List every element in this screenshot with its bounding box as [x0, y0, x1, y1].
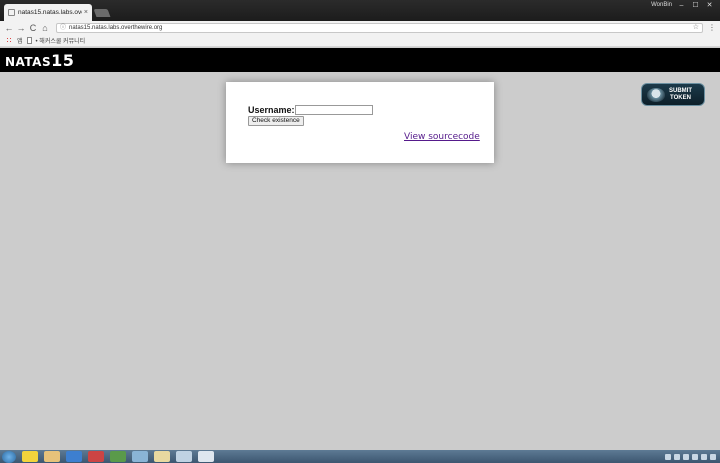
content-box: Username: Check existence View sourcecod… [226, 82, 494, 163]
check-existence-button[interactable]: Check existence [248, 116, 304, 126]
taskbar-app-icon[interactable] [22, 451, 38, 462]
submit-token-badge[interactable]: SUBMIT TOKEN [641, 83, 705, 106]
token-line1: SUBMIT [669, 87, 692, 94]
tab-title: natas15.natas.labs.overt [18, 9, 82, 16]
tray-icon[interactable] [683, 453, 689, 460]
close-window-button[interactable]: ✕ [703, 1, 716, 10]
page-header: NATAS15 [0, 48, 720, 72]
apps-label[interactable]: 앱 [17, 36, 23, 45]
wechall-logo-icon [647, 87, 665, 102]
address-bar[interactable]: ⓘ natas15.natas.labs.overthewire.org ☆ [56, 23, 703, 33]
browser-titlebar: natas15.natas.labs.overt × WonBin – ☐ ✕ [0, 0, 720, 21]
title-prefix: NATAS [5, 55, 52, 69]
token-line2: TOKEN [670, 94, 691, 101]
tray-icon[interactable] [701, 453, 707, 460]
reload-icon[interactable]: C [27, 21, 39, 35]
tray-icon[interactable] [665, 453, 671, 460]
start-button-icon[interactable] [2, 450, 16, 463]
username-input[interactable] [295, 105, 373, 115]
taskbar-app-icon[interactable] [110, 451, 126, 462]
maximize-button[interactable]: ☐ [689, 1, 702, 10]
tab-close-icon[interactable]: × [84, 9, 88, 16]
favicon-icon [8, 9, 15, 16]
taskbar-app-icon[interactable] [66, 451, 82, 462]
taskbar-app-icon[interactable] [154, 451, 170, 462]
minimize-button[interactable]: – [675, 1, 688, 10]
tray-icon[interactable] [710, 453, 716, 460]
tray-icon[interactable] [692, 453, 698, 460]
browser-tab[interactable]: natas15.natas.labs.overt × [4, 4, 92, 21]
view-sourcecode-link[interactable]: View sourcecode [404, 132, 480, 142]
taskbar-app-icon[interactable] [88, 451, 104, 462]
taskbar-app-icon[interactable] [176, 451, 192, 462]
info-icon[interactable]: ⓘ [60, 24, 66, 32]
url-text: natas15.natas.labs.overthewire.org [69, 25, 163, 31]
bookmarks-bar: 앱 • 해커스쿨 커뮤니티 [0, 35, 720, 47]
taskbar-app-icon[interactable] [132, 451, 148, 462]
menu-icon[interactable]: ⋮ [708, 23, 716, 33]
system-tray [620, 450, 720, 463]
document-icon [26, 37, 32, 44]
new-tab-button[interactable] [93, 9, 111, 17]
back-icon[interactable]: ← [3, 21, 15, 35]
apps-icon[interactable] [6, 37, 13, 44]
star-icon[interactable]: ☆ [693, 24, 699, 32]
taskbar-app-icon[interactable] [198, 451, 214, 462]
home-icon[interactable]: ⌂ [39, 21, 51, 35]
title-number: 15 [51, 51, 75, 70]
username-label: Username: [248, 105, 295, 115]
browser-toolbar: ← → C ⌂ ⓘ natas15.natas.labs.overthewire… [0, 21, 720, 35]
forward-icon[interactable]: → [15, 21, 27, 35]
taskbar [0, 450, 720, 463]
bookmark-item[interactable]: • 해커스쿨 커뮤니티 [36, 36, 86, 45]
page-title: NATAS15 [5, 51, 74, 70]
tray-icon[interactable] [674, 453, 680, 460]
profile-name[interactable]: WonBin [651, 2, 672, 8]
taskbar-folder-icon[interactable] [44, 451, 60, 462]
